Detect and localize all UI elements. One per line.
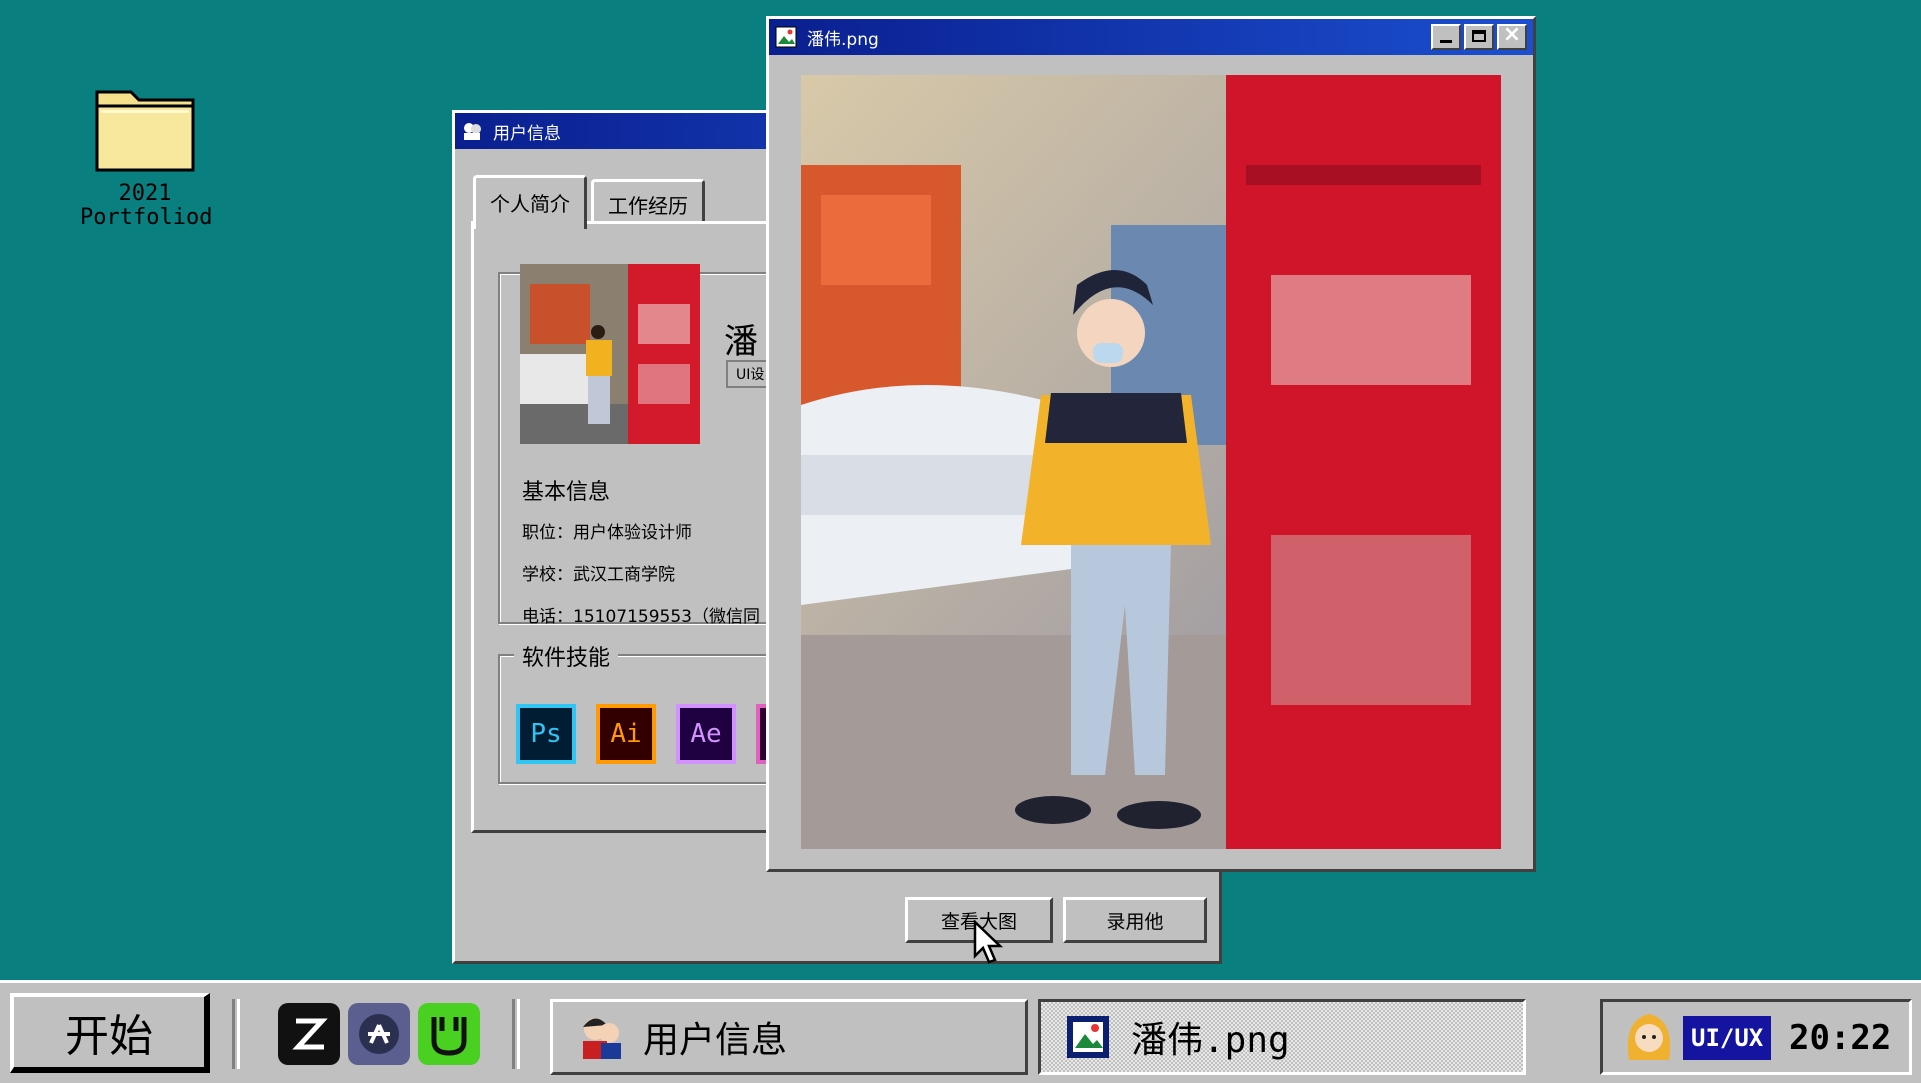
- taskbar: 开始 用户信息 潘伟.png UI/UX 20:22: [0, 980, 1921, 1083]
- image-file-icon: [1065, 1014, 1111, 1060]
- image-viewer-window[interactable]: 潘伟.png ×: [766, 16, 1536, 872]
- image-window-title: 潘伟.png: [807, 29, 879, 50]
- clock: 20:22: [1789, 1018, 1892, 1058]
- folder-icon: [93, 82, 197, 174]
- portrait-image: [801, 75, 1501, 849]
- users-icon: [461, 120, 483, 142]
- task-label-image: 潘伟.png: [1131, 1020, 1290, 1061]
- minimize-button[interactable]: [1431, 24, 1461, 50]
- task-image-viewer[interactable]: 潘伟.png: [1038, 999, 1526, 1075]
- tray-badge: UI/UX: [1683, 1016, 1772, 1060]
- profile-photo: [520, 264, 700, 444]
- zeplin-icon[interactable]: [278, 1003, 340, 1065]
- image-file-icon: [775, 26, 797, 48]
- tab-profile[interactable]: 个人简介: [473, 175, 587, 229]
- photoshop-icon: Ps: [516, 704, 576, 764]
- after-effects-icon: Ae: [676, 704, 736, 764]
- avatar[interactable]: [1623, 1010, 1675, 1064]
- info-school: 学校：武汉工商学院: [522, 565, 675, 585]
- info-phone: 电话：15107159553（微信同: [522, 607, 760, 627]
- desktop-folder-portfolio[interactable]: 2021 Portfoliod: [80, 82, 213, 230]
- desktop-icon-label: 2021 Portfoliod: [80, 181, 213, 230]
- users-icon: [577, 1013, 625, 1061]
- taskbar-separator: [512, 999, 520, 1069]
- hire-button[interactable]: 录用他: [1063, 897, 1207, 943]
- axure-icon[interactable]: [348, 1003, 410, 1065]
- task-user-info[interactable]: 用户信息: [550, 999, 1028, 1075]
- mouse-cursor-icon: [973, 919, 1004, 970]
- taskbar-separator: [232, 999, 240, 1069]
- system-tray: UI/UX 20:22: [1600, 999, 1912, 1075]
- start-button[interactable]: 开始: [10, 993, 210, 1073]
- info-position: 职位：用户体验设计师: [522, 523, 692, 543]
- basic-info-heading: 基本信息: [522, 480, 611, 505]
- image-window-titlebar[interactable]: 潘伟.png ×: [769, 19, 1533, 55]
- rock-hand-icon[interactable]: [418, 1003, 480, 1065]
- profile-name: 潘: [724, 322, 758, 362]
- task-label-user-info: 用户信息: [643, 1020, 788, 1061]
- close-button[interactable]: ×: [1497, 22, 1527, 50]
- maximize-button[interactable]: [1464, 24, 1494, 50]
- skills-heading: 软件技能: [514, 640, 619, 672]
- user-window-title: 用户信息: [493, 123, 561, 144]
- illustrator-icon: Ai: [596, 704, 656, 764]
